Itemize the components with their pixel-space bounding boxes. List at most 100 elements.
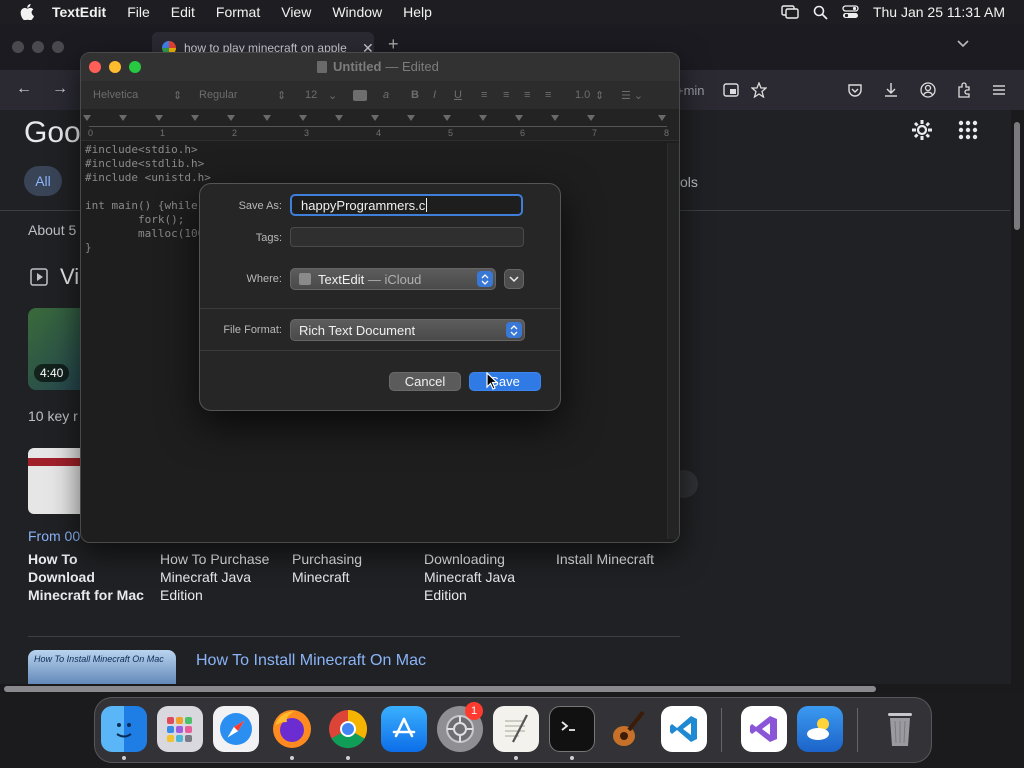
extensions-icon[interactable]: [955, 81, 973, 99]
window-close-button[interactable]: [89, 61, 101, 73]
downloads-icon[interactable]: [882, 81, 900, 99]
key-moment-title[interactable]: How To Download Minecraft for Mac: [28, 550, 146, 604]
google-logo[interactable]: Goo: [24, 116, 81, 150]
weather-icon[interactable]: [797, 706, 843, 752]
align-center-icon[interactable]: ≡: [503, 89, 509, 101]
text-color-swatch[interactable]: [353, 90, 367, 101]
page-horizontal-scrollbar[interactable]: [0, 684, 1024, 694]
menu-edit[interactable]: Edit: [171, 4, 195, 20]
underline-button[interactable]: U: [454, 89, 462, 101]
key-moment-title[interactable]: Install Minecraft: [556, 550, 674, 568]
font-style-select[interactable]: Regular: [199, 89, 238, 101]
bold-button[interactable]: B: [411, 89, 419, 101]
bookmark-star-icon[interactable]: [750, 81, 768, 99]
finder-icon[interactable]: [101, 706, 147, 752]
window-minimize-button[interactable]: [109, 61, 121, 73]
terminal-icon[interactable]: [549, 706, 595, 752]
ruler-tab-stop[interactable]: [335, 115, 343, 121]
align-left-icon[interactable]: ≡: [481, 89, 487, 101]
browser-close-button[interactable]: [12, 41, 24, 53]
ruler-tab-stop[interactable]: [227, 115, 235, 121]
list-style-icon[interactable]: ☰ ⌄: [621, 89, 643, 102]
textedit-icon[interactable]: [493, 706, 539, 752]
vscode-icon[interactable]: [661, 706, 707, 752]
menu-file[interactable]: File: [127, 4, 150, 20]
where-value: TextEdit: [318, 271, 365, 287]
cancel-button[interactable]: Cancel: [389, 372, 461, 391]
file-format-popup[interactable]: Rich Text Document: [290, 319, 525, 341]
picture-in-picture-icon[interactable]: [722, 81, 740, 99]
back-arrow-icon[interactable]: ←: [16, 80, 32, 98]
ruler-marker[interactable]: [83, 115, 91, 121]
browser-zoom-button[interactable]: [52, 41, 64, 53]
italic-button[interactable]: I: [433, 89, 436, 101]
garageband-icon[interactable]: [605, 706, 651, 752]
launchpad-icon[interactable]: [157, 706, 203, 752]
where-location-popup[interactable]: TextEdit — iCloud: [290, 268, 496, 290]
document-scrollbar[interactable]: [667, 143, 679, 539]
result-link[interactable]: How To Install Minecraft On Mac: [196, 652, 426, 670]
font-size-select[interactable]: 12: [305, 89, 317, 101]
from-timestamp[interactable]: From 00: [28, 528, 80, 544]
hamburger-menu-icon[interactable]: [990, 81, 1008, 99]
ruler-tab-stop[interactable]: [479, 115, 487, 121]
trash-icon[interactable]: [877, 706, 923, 752]
menu-format[interactable]: Format: [216, 4, 260, 20]
ruler-tab-stop[interactable]: [155, 115, 163, 121]
highlight-color-icon[interactable]: a: [383, 89, 389, 101]
expand-dialog-button[interactable]: [504, 269, 524, 289]
where-label: Where:: [246, 273, 282, 285]
search-tools-button[interactable]: ols: [680, 174, 698, 190]
control-center-icon[interactable]: [842, 5, 859, 19]
ruler[interactable]: 0 1 2 3 4 5 6 7 8: [81, 109, 679, 141]
align-right-icon[interactable]: ≡: [524, 89, 530, 101]
ruler-tab-stop[interactable]: [299, 115, 307, 121]
menu-help[interactable]: Help: [403, 4, 432, 20]
ruler-tab-stop[interactable]: [587, 115, 595, 121]
page-vertical-scrollbar[interactable]: [1011, 110, 1024, 694]
forward-arrow-icon[interactable]: →: [52, 80, 68, 98]
filename-text: happyProgrammers.c: [301, 197, 426, 213]
tab-list-chevron-icon[interactable]: [956, 36, 970, 54]
ruler-tab-stop[interactable]: [515, 115, 523, 121]
firefox-icon[interactable]: [269, 706, 315, 752]
menu-window[interactable]: Window: [332, 4, 382, 20]
visual-studio-icon[interactable]: [741, 706, 787, 752]
tags-input[interactable]: [290, 227, 524, 247]
window-zoom-button[interactable]: [129, 61, 141, 73]
font-family-select[interactable]: Helvetica: [93, 89, 138, 101]
settings-gear-icon[interactable]: [910, 118, 934, 147]
save-as-input[interactable]: happyProgrammers.c: [290, 194, 523, 216]
code-line: fork();: [85, 213, 185, 226]
app-store-icon[interactable]: [381, 706, 427, 752]
document-name: Untitled: [333, 59, 382, 74]
ruler-tab-stop[interactable]: [407, 115, 415, 121]
ruler-tab-stop[interactable]: [263, 115, 271, 121]
menu-app-name[interactable]: TextEdit: [52, 4, 106, 20]
key-moment-title[interactable]: Downloading Minecraft Java Edition: [424, 550, 542, 604]
ruler-tab-stop[interactable]: [551, 115, 559, 121]
align-justify-icon[interactable]: ≡: [545, 89, 551, 101]
chrome-icon[interactable]: [325, 706, 371, 752]
key-moment-title[interactable]: How To Purchase Minecraft Java Edition: [160, 550, 278, 604]
key-moment-title[interactable]: Purchasing Minecraft: [292, 550, 410, 586]
menu-clock[interactable]: Thu Jan 25 11:31 AM: [873, 4, 1005, 20]
spotlight-search-icon[interactable]: [813, 5, 828, 20]
safari-icon[interactable]: [213, 706, 259, 752]
account-icon[interactable]: [919, 81, 937, 99]
ruler-tab-stop[interactable]: [119, 115, 127, 121]
google-apps-grid-icon[interactable]: [958, 120, 978, 145]
save-button[interactable]: Save: [469, 372, 541, 391]
line-spacing-select[interactable]: 1.0: [575, 89, 590, 101]
display-mirroring-icon[interactable]: [781, 5, 799, 19]
apple-logo-icon[interactable]: [16, 1, 38, 23]
ruler-marker[interactable]: [658, 115, 666, 121]
pocket-icon[interactable]: [846, 81, 864, 99]
ruler-tab-stop[interactable]: [443, 115, 451, 121]
menu-view[interactable]: View: [281, 4, 311, 20]
dock: 1: [94, 697, 932, 763]
search-filter-all[interactable]: All: [24, 166, 62, 196]
ruler-tab-stop[interactable]: [371, 115, 379, 121]
browser-minimize-button[interactable]: [32, 41, 44, 53]
ruler-tab-stop[interactable]: [191, 115, 199, 121]
